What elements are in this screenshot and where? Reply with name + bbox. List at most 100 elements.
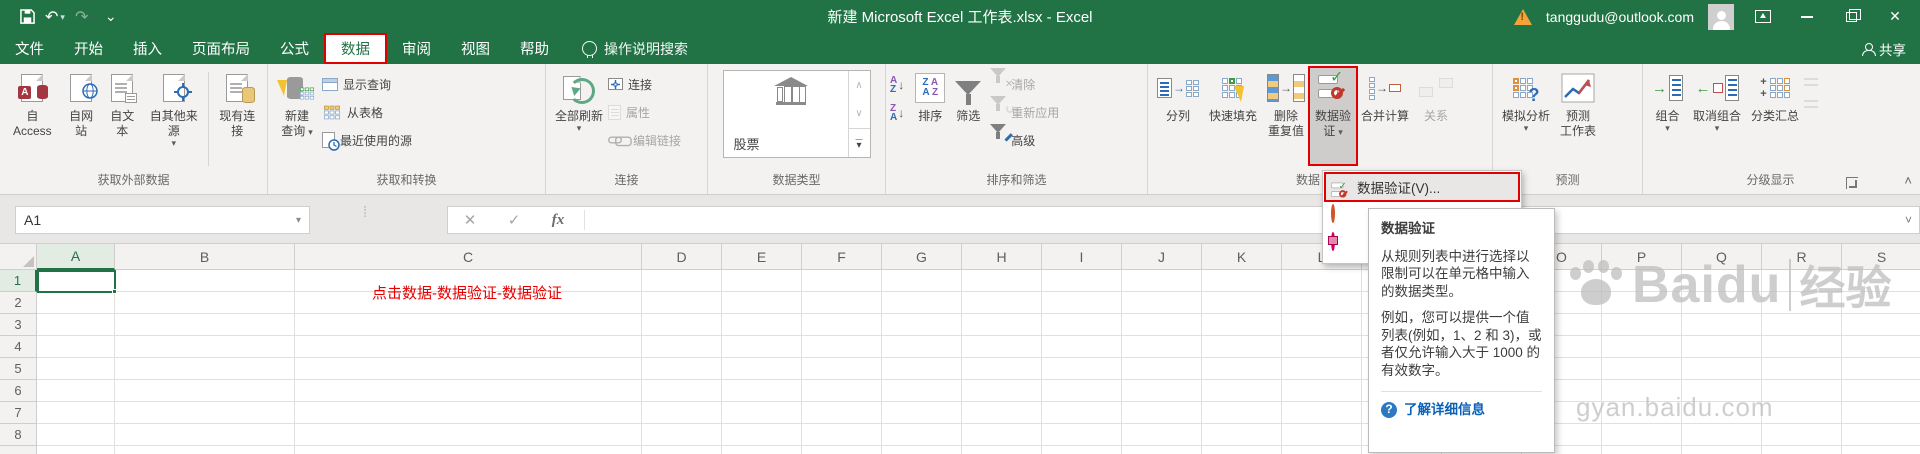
- tab-page-layout[interactable]: 页面布局: [177, 33, 265, 64]
- show-detail-icon[interactable]: [1804, 78, 1819, 86]
- customize-qat-button[interactable]: ⌄: [105, 8, 117, 25]
- data-validation-button[interactable]: ✓ 数据验 证 ▾: [1308, 66, 1359, 166]
- from-other-sources-button[interactable]: 自其他来源 ▾: [143, 68, 205, 164]
- row-cells[interactable]: [37, 292, 1920, 314]
- row-header[interactable]: 7: [0, 402, 37, 424]
- from-access-button[interactable]: A 自 Access: [4, 68, 61, 164]
- what-if-analysis-button[interactable]: ? 模拟分析 ▾: [1497, 68, 1555, 164]
- gallery-more-button[interactable]: — ▾: [848, 127, 870, 157]
- column-header[interactable]: Q: [1682, 244, 1762, 270]
- properties-button[interactable]: 属性: [608, 100, 681, 124]
- warning-icon[interactable]: !: [1513, 8, 1532, 25]
- expand-formula-bar-button[interactable]: ˅: [1905, 213, 1912, 227]
- avatar[interactable]: [1708, 3, 1734, 30]
- undo-button[interactable]: ↶ ▾: [45, 7, 65, 27]
- column-header[interactable]: K: [1202, 244, 1282, 270]
- column-header[interactable]: H: [962, 244, 1042, 270]
- formula-bar-drag-handle[interactable]: ⁞: [363, 205, 367, 220]
- stocks-gallery-item[interactable]: 股票: [724, 71, 848, 157]
- column-header[interactable]: F: [802, 244, 882, 270]
- row-header[interactable]: 8: [0, 424, 37, 446]
- column-header[interactable]: A: [37, 244, 115, 270]
- row-header[interactable]: 6: [0, 380, 37, 402]
- close-button[interactable]: ✕: [1880, 4, 1910, 30]
- row-header[interactable]: [0, 446, 37, 454]
- from-text-button[interactable]: 自文本: [102, 68, 143, 164]
- subtotal-button[interactable]: + + 分类汇总: [1746, 68, 1804, 164]
- row-cells[interactable]: [37, 358, 1920, 380]
- tab-view[interactable]: 视图: [446, 33, 505, 64]
- menu-item-data-validation[interactable]: ✓ 数据验证(V)...: [1324, 172, 1520, 202]
- from-table-button[interactable]: 从表格: [322, 100, 412, 124]
- forecast-sheet-button[interactable]: 预测 工作表: [1555, 68, 1601, 164]
- column-header[interactable]: G: [882, 244, 962, 270]
- from-web-button[interactable]: 自网站: [61, 68, 102, 164]
- restore-button[interactable]: [1836, 4, 1866, 30]
- row-cells[interactable]: [37, 402, 1920, 424]
- reapply-filter-button[interactable]: 重新应用: [990, 96, 1059, 124]
- formula-input[interactable]: [589, 207, 1919, 233]
- flash-fill-button[interactable]: 快速填充: [1204, 68, 1262, 164]
- tab-help[interactable]: 帮助: [505, 33, 564, 64]
- filter-button[interactable]: 筛选: [950, 68, 986, 164]
- sort-button[interactable]: Z AA Z 排序: [910, 68, 950, 164]
- column-header[interactable]: S: [1842, 244, 1920, 270]
- column-header[interactable]: J: [1122, 244, 1202, 270]
- collapse-ribbon-button[interactable]: ˄: [1904, 173, 1912, 188]
- column-header[interactable]: B: [115, 244, 295, 270]
- tell-me-more-link[interactable]: 了解详细信息: [1404, 401, 1485, 419]
- gallery-scroll-up-button[interactable]: ∧: [849, 71, 870, 99]
- sort-descending-button[interactable]: ZA ↓: [890, 104, 904, 123]
- advanced-filter-button[interactable]: 高级: [990, 124, 1059, 152]
- gallery-scroll-down-button[interactable]: ∨: [849, 99, 870, 127]
- recent-sources-button[interactable]: 最近使用的源: [322, 128, 412, 152]
- relationships-button[interactable]: 关系: [1414, 68, 1458, 164]
- row-header[interactable]: 5: [0, 358, 37, 380]
- tab-home[interactable]: 开始: [59, 33, 118, 64]
- fill-handle[interactable]: [112, 289, 117, 294]
- name-box[interactable]: A1 ▾: [15, 206, 310, 234]
- group-button[interactable]: → 组合 ▾: [1647, 68, 1688, 164]
- row-cells[interactable]: [37, 314, 1920, 336]
- column-header[interactable]: C: [295, 244, 642, 270]
- ungroup-button[interactable]: ← 取消组合 ▾: [1688, 68, 1746, 164]
- account-name[interactable]: tanggudu@outlook.com: [1546, 9, 1694, 25]
- column-header[interactable]: D: [642, 244, 722, 270]
- row-cells[interactable]: [37, 270, 1920, 292]
- show-queries-button[interactable]: 显示查询: [322, 72, 412, 96]
- redo-button[interactable]: ↷ ▾: [75, 7, 95, 27]
- tell-me-search[interactable]: 操作说明搜索: [582, 33, 688, 64]
- edit-links-button[interactable]: 编辑链接: [608, 128, 681, 152]
- tab-insert[interactable]: 插入: [118, 33, 177, 64]
- consolidate-button[interactable]: → 合并计算: [1356, 68, 1414, 164]
- confirm-entry-button[interactable]: ✓: [492, 211, 536, 229]
- connections-button[interactable]: 连接: [608, 72, 681, 96]
- column-header[interactable]: I: [1042, 244, 1122, 270]
- clear-filter-button[interactable]: ✕ 清除: [990, 68, 1059, 96]
- row-cells[interactable]: [37, 336, 1920, 358]
- existing-connections-button[interactable]: 现有连接: [212, 68, 263, 164]
- text-to-columns-button[interactable]: → 分列: [1152, 68, 1204, 164]
- outline-dialog-launcher[interactable]: [1846, 177, 1858, 189]
- row-header[interactable]: 1: [0, 270, 37, 292]
- tab-data[interactable]: 数据: [324, 33, 387, 64]
- hide-detail-icon[interactable]: [1804, 100, 1819, 108]
- new-query-button[interactable]: 新建 查询 ▾: [272, 68, 322, 164]
- tab-formulas[interactable]: 公式: [265, 33, 324, 64]
- cancel-entry-button[interactable]: ✕: [448, 211, 492, 229]
- tab-file[interactable]: 文件: [0, 33, 59, 64]
- minimize-button[interactable]: [1792, 4, 1822, 30]
- share-button[interactable]: 共享: [1862, 33, 1906, 64]
- insert-function-button[interactable]: fx: [536, 212, 580, 229]
- remove-duplicates-button[interactable]: → 删除 重复值: [1262, 68, 1310, 164]
- column-header[interactable]: E: [722, 244, 802, 270]
- row-cells[interactable]: [37, 424, 1920, 446]
- save-button[interactable]: [20, 9, 35, 24]
- row-header[interactable]: 3: [0, 314, 37, 336]
- refresh-all-button[interactable]: 全部刷新 ▾: [550, 68, 608, 164]
- select-all-corner[interactable]: [0, 244, 37, 270]
- row-header[interactable]: 2: [0, 292, 37, 314]
- row-cells[interactable]: [37, 446, 1920, 454]
- column-header[interactable]: R: [1762, 244, 1842, 270]
- sort-ascending-button[interactable]: AZ ↓: [890, 76, 904, 95]
